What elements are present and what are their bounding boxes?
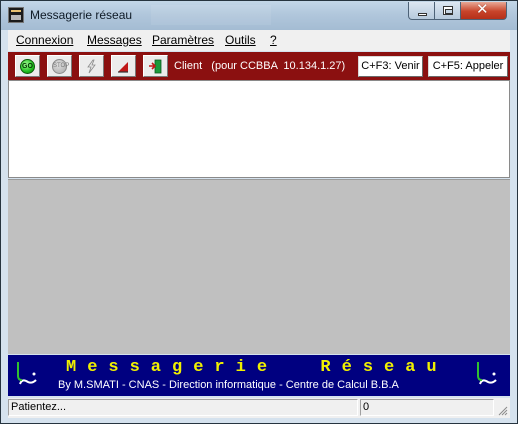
triangle-button[interactable] <box>111 55 136 77</box>
menu-help[interactable]: ? <box>270 33 277 47</box>
banner: Messagerie Réseau By M.SMATI - CNAS - Di… <box>8 355 510 396</box>
menu-connexion[interactable]: Connexion <box>16 33 73 47</box>
status-counter: 0 <box>360 399 494 416</box>
close-icon: ✕ <box>476 0 489 18</box>
venir-button[interactable]: C+F3: Venir <box>358 56 423 77</box>
workspace-area <box>8 179 510 354</box>
menu-bar: Connexion Messages Paramètres Outils ? <box>8 30 510 51</box>
window-title: Messagerie réseau <box>30 8 133 22</box>
arabic-logo-left-icon <box>17 362 37 385</box>
exit-icon <box>149 59 162 74</box>
status-bar: Patientez... 0 <box>8 398 510 418</box>
arabic-logo-right-icon <box>477 362 497 385</box>
lightning-icon <box>87 59 96 74</box>
minimize-icon <box>418 13 427 16</box>
status-message: Patientez... <box>8 399 358 416</box>
toolbar: GO STOP Client (pour CCBBA 10.134.1.27) … <box>8 52 510 80</box>
menu-parametres[interactable]: Paramètres <box>152 33 214 47</box>
stop-icon: STOP <box>52 59 69 74</box>
exit-button[interactable] <box>143 55 168 77</box>
title-bar[interactable]: Messagerie réseau ✕ <box>1 1 517 30</box>
go-icon: GO <box>20 59 35 74</box>
lightning-button[interactable] <box>79 55 104 77</box>
banner-title: Messagerie Réseau <box>66 358 448 377</box>
app-icon[interactable] <box>8 7 24 23</box>
resize-grip-icon[interactable] <box>497 405 508 416</box>
maximize-icon <box>443 6 453 15</box>
appeler-button[interactable]: C+F5: Appeler <box>428 56 508 77</box>
maximize-button[interactable] <box>435 2 461 20</box>
disconnect-button[interactable]: STOP <box>47 55 72 77</box>
menu-outils[interactable]: Outils <box>225 33 256 47</box>
menu-messages[interactable]: Messages <box>87 33 142 47</box>
connect-button[interactable]: GO <box>15 55 40 77</box>
message-area[interactable] <box>8 80 510 178</box>
banner-subtitle: By M.SMATI - CNAS - Direction informatiq… <box>58 379 399 391</box>
title-glow <box>151 5 271 25</box>
close-button[interactable]: ✕ <box>461 0 507 20</box>
minimize-button[interactable] <box>408 2 435 20</box>
main-window: Messagerie réseau ✕ Connexion Messages P… <box>0 0 518 424</box>
connection-status: Client (pour CCBBA 10.134.1.27) <box>174 60 346 72</box>
triangle-icon <box>118 62 128 73</box>
